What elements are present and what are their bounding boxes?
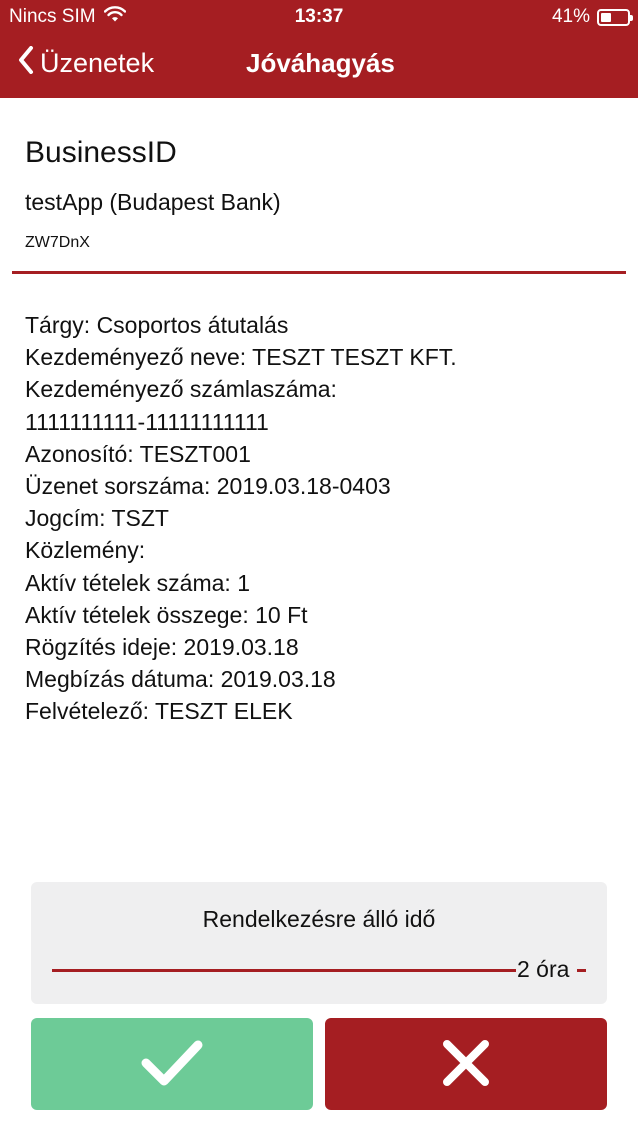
detail-line: Megbízás dátuma: 2019.03.18: [25, 666, 336, 693]
business-code: ZW7DnX: [25, 234, 90, 251]
business-name: BusinessID: [25, 136, 177, 169]
back-label: Üzenetek: [40, 48, 155, 78]
detail-line: Jogcím: TSZT: [25, 505, 169, 532]
detail-line: 1111111111-11111111111: [25, 408, 269, 435]
app-header: Nincs SIM 13:37 41% Üzenetek Jóváhagyás: [0, 0, 638, 98]
detail-line: Kezdeményező neve: TESZT TESZT KFT.: [25, 344, 457, 371]
battery-percent: 41%: [551, 6, 590, 27]
transaction-details: Tárgy: Csoportos átutalás Kezdeményező n…: [25, 309, 457, 728]
checkmark-icon: [140, 1038, 204, 1091]
clock: 13:37: [294, 6, 344, 27]
x-icon: [442, 1039, 490, 1090]
chevron-left-icon: [18, 46, 34, 81]
detail-line: Aktív tételek száma: 1: [25, 569, 250, 596]
time-remaining-label: Rendelkezésre álló idő: [202, 906, 436, 932]
detail-line: Tárgy: Csoportos átutalás: [25, 312, 289, 338]
detail-line: Közlemény:: [25, 537, 146, 564]
battery-level: [601, 12, 611, 22]
page-title: Jóváhagyás: [246, 48, 395, 78]
time-remaining-panel: Rendelkezésre álló idő 2 óra: [31, 882, 607, 1004]
detail-line: Azonosító: TESZT001: [25, 440, 251, 467]
business-app: testApp (Budapest Bank): [25, 189, 281, 215]
status-right: 41%: [551, 6, 633, 28]
time-remaining-value: 2 óra: [517, 956, 570, 982]
battery-icon: [597, 8, 633, 26]
section-divider: [12, 271, 626, 274]
back-button[interactable]: Üzenetek: [18, 46, 154, 81]
detail-line: Rögzítés ideje: 2019.03.18: [25, 634, 299, 661]
battery-tip: [630, 14, 633, 21]
detail-line: Felvételező: TESZT ELEK: [25, 698, 293, 725]
reject-button[interactable]: [325, 1018, 607, 1110]
time-remaining-bar: [52, 969, 516, 972]
detail-line: Aktív tételek összege: 10 Ft: [25, 601, 308, 628]
detail-line: Kezdeményező számlaszáma:: [25, 376, 337, 403]
detail-line: Üzenet sorszáma: 2019.03.18-0403: [25, 473, 391, 500]
status-bar: Nincs SIM 13:37 41%: [0, 0, 638, 34]
time-remaining-bar-end: [577, 969, 586, 972]
approve-button[interactable]: [31, 1018, 313, 1110]
